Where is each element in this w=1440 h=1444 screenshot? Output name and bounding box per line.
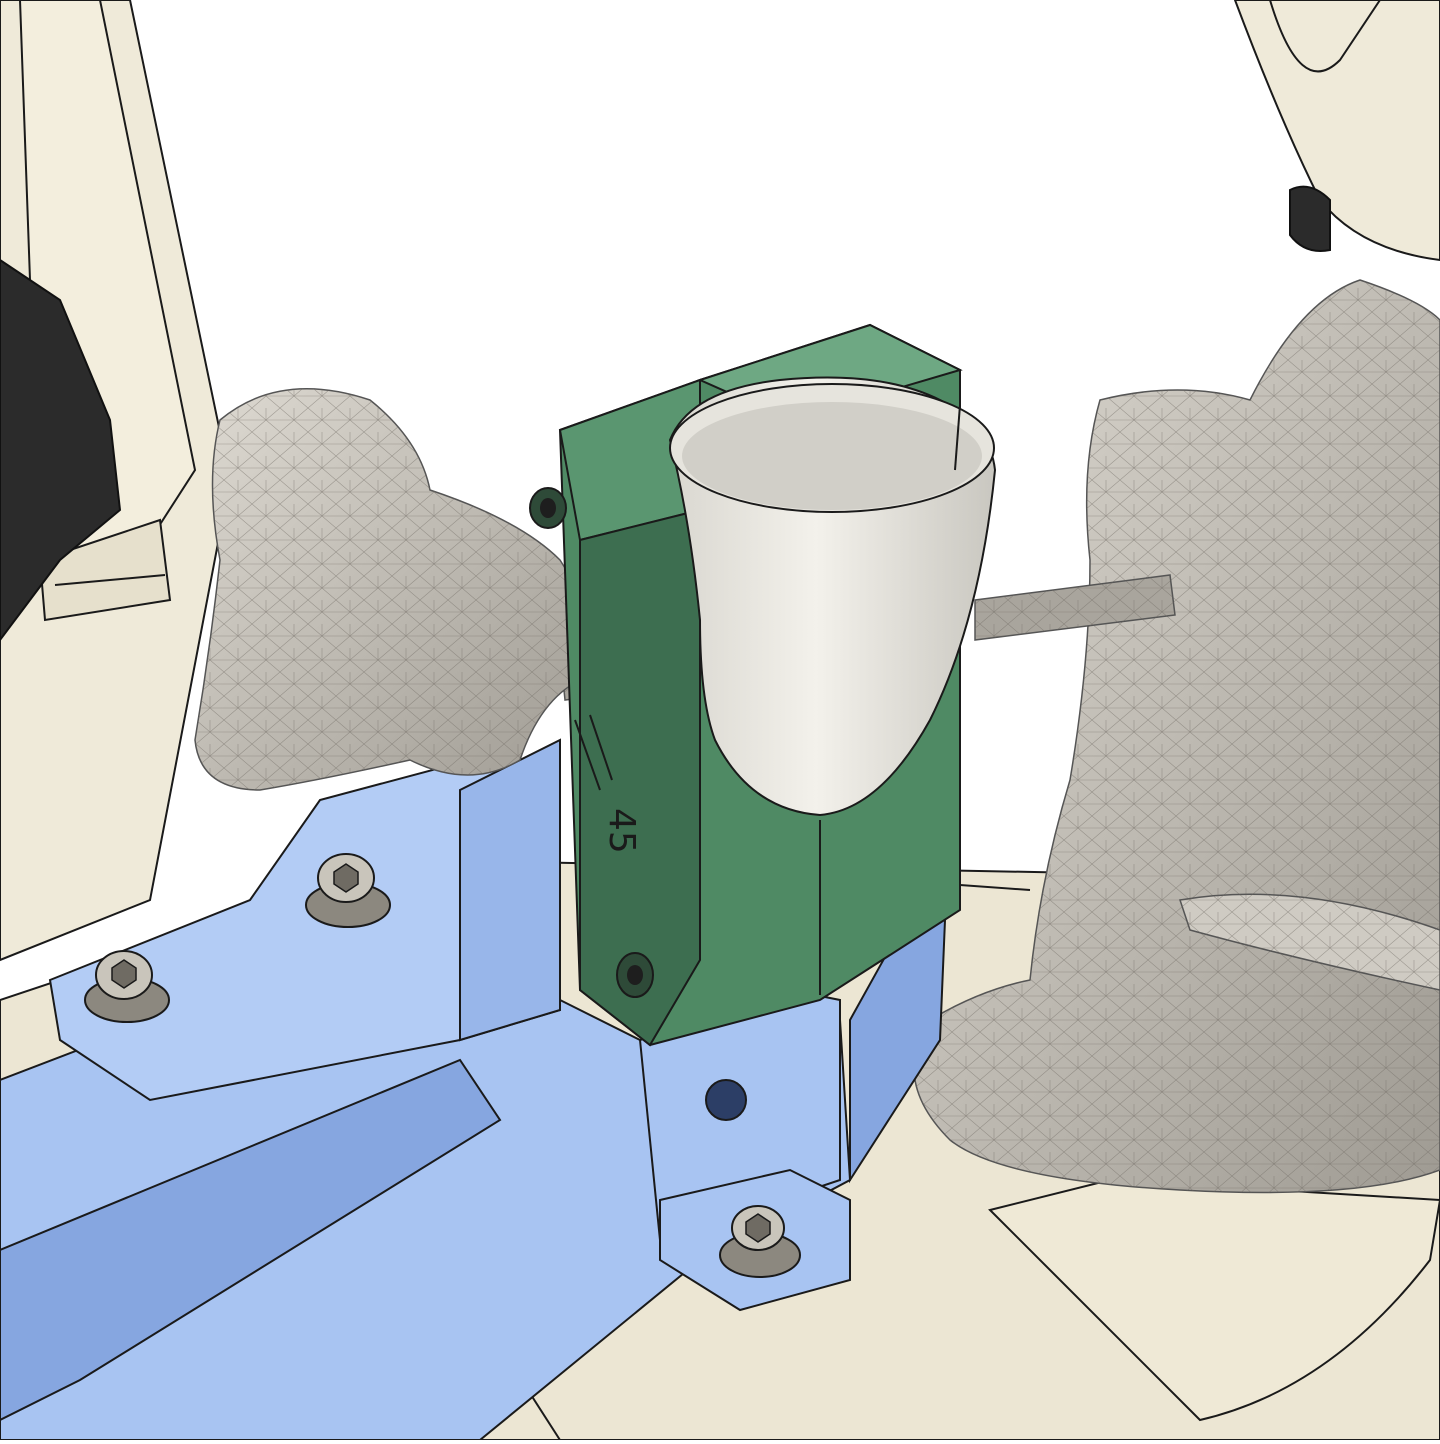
right-top-part	[1233, 0, 1440, 262]
cad-viewport[interactable]: 45	[0, 0, 1440, 1441]
angle-engraving: 45	[601, 808, 642, 854]
left-frame	[0, 0, 232, 962]
left-bone-mesh	[194, 388, 588, 791]
mount-hole	[705, 1079, 747, 1121]
socket-screw-icon	[616, 952, 654, 998]
cad-scene: 45	[0, 0, 1440, 1441]
right-bone-mesh	[913, 279, 1440, 1194]
socket-screw-icon	[529, 487, 567, 529]
